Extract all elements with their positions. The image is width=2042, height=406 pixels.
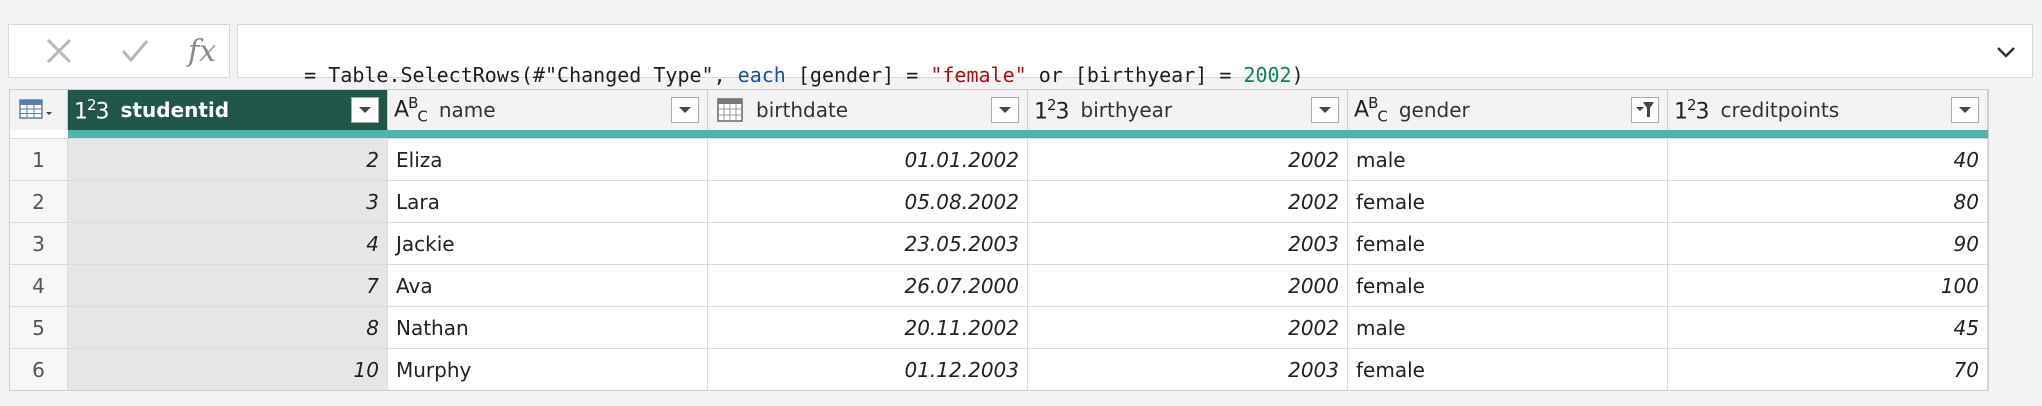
cell-birthyear[interactable]: 2003 bbox=[1028, 223, 1348, 264]
column-header-birthdate[interactable]: birthdate bbox=[708, 90, 1028, 130]
cell-creditpoints[interactable]: 100 bbox=[1668, 265, 1988, 306]
x-icon bbox=[46, 38, 72, 64]
cell-studentid[interactable]: 10 bbox=[68, 349, 388, 390]
cell-gender[interactable]: male bbox=[1348, 307, 1668, 348]
formula-part: or [birthyear] = bbox=[1026, 63, 1244, 87]
formula-part: = Table.SelectRows(#"Changed Type", bbox=[304, 63, 738, 87]
row-number[interactable]: 2 bbox=[10, 181, 68, 222]
table-row[interactable]: 4 7 Ava 26.07.2000 2000 female 100 bbox=[10, 264, 1988, 306]
caret-down-icon bbox=[679, 107, 691, 113]
insert-function-button[interactable]: fx bbox=[175, 25, 229, 77]
number-type-icon[interactable]: 123 bbox=[1034, 96, 1070, 124]
caret-down-icon bbox=[1959, 107, 1971, 113]
cell-studentid[interactable]: 4 bbox=[68, 223, 388, 264]
column-dropdown-button[interactable] bbox=[1951, 97, 1979, 123]
row-number[interactable]: 1 bbox=[10, 139, 68, 180]
cell-birthdate[interactable]: 01.01.2002 bbox=[708, 139, 1028, 180]
column-label: gender bbox=[1398, 98, 1470, 122]
formula-keyword: each bbox=[737, 63, 786, 87]
cell-name[interactable]: Nathan bbox=[388, 307, 708, 348]
row-number[interactable]: 6 bbox=[10, 349, 68, 390]
cell-gender[interactable]: female bbox=[1348, 349, 1668, 390]
row-number[interactable]: 5 bbox=[10, 307, 68, 348]
cell-studentid[interactable]: 3 bbox=[68, 181, 388, 222]
calendar-type-icon[interactable] bbox=[716, 97, 744, 123]
chevron-down-icon[interactable] bbox=[1992, 38, 2020, 66]
formula-part: ) bbox=[1291, 63, 1304, 87]
cell-birthdate[interactable]: 20.11.2002 bbox=[708, 307, 1028, 348]
column-dropdown-button[interactable] bbox=[991, 97, 1019, 123]
cell-creditpoints[interactable]: 70 bbox=[1668, 349, 1988, 390]
commit-button[interactable] bbox=[103, 25, 167, 77]
fx-icon: fx bbox=[187, 33, 217, 69]
table-icon bbox=[19, 99, 52, 119]
cell-name[interactable]: Jackie bbox=[388, 223, 708, 264]
cell-birthyear[interactable]: 2003 bbox=[1028, 349, 1348, 390]
number-type-icon[interactable]: 123 bbox=[1674, 96, 1710, 124]
column-dropdown-button[interactable] bbox=[671, 97, 699, 123]
cell-studentid[interactable]: 7 bbox=[68, 265, 388, 306]
data-grid: 123 studentid ABC name birthdate 123 bir… bbox=[9, 89, 1989, 391]
formula-input[interactable]: = Table.SelectRows(#"Changed Type", each… bbox=[237, 24, 2033, 87]
formula-controls: fx bbox=[8, 24, 230, 78]
row-number[interactable]: 3 bbox=[10, 223, 68, 264]
table-menu-button[interactable] bbox=[10, 90, 68, 130]
column-dropdown-button[interactable] bbox=[1311, 97, 1339, 123]
column-label: birthyear bbox=[1080, 98, 1173, 122]
cancel-button[interactable] bbox=[27, 25, 91, 77]
table-row[interactable]: 5 8 Nathan 20.11.2002 2002 male 45 bbox=[10, 306, 1988, 348]
column-header-creditpoints[interactable]: 123 creditpoints bbox=[1668, 90, 1988, 130]
column-label: birthdate bbox=[756, 98, 849, 122]
cell-birthdate[interactable]: 01.12.2003 bbox=[708, 349, 1028, 390]
cell-creditpoints[interactable]: 80 bbox=[1668, 181, 1988, 222]
column-header-name[interactable]: ABC name bbox=[388, 90, 708, 130]
filter-icon bbox=[1636, 102, 1654, 117]
column-quality-bar bbox=[68, 130, 1988, 138]
cell-birthyear[interactable]: 2000 bbox=[1028, 265, 1348, 306]
cell-gender[interactable]: female bbox=[1348, 265, 1668, 306]
formula-string: "female" bbox=[930, 63, 1027, 87]
column-label: studentid bbox=[120, 98, 230, 122]
table-row[interactable]: 1 2 Eliza 01.01.2002 2002 male 40 bbox=[10, 138, 1988, 180]
column-header-studentid[interactable]: 123 studentid bbox=[68, 90, 388, 130]
cell-name[interactable]: Murphy bbox=[388, 349, 708, 390]
column-header-birthyear[interactable]: 123 birthyear bbox=[1028, 90, 1348, 130]
cell-creditpoints[interactable]: 40 bbox=[1668, 139, 1988, 180]
caret-down-icon bbox=[359, 107, 371, 113]
cell-name[interactable]: Eliza bbox=[388, 139, 708, 180]
cell-gender[interactable]: female bbox=[1348, 181, 1668, 222]
cell-creditpoints[interactable]: 90 bbox=[1668, 223, 1988, 264]
column-dropdown-button[interactable] bbox=[351, 97, 379, 123]
cell-creditpoints[interactable]: 45 bbox=[1668, 307, 1988, 348]
check-icon bbox=[121, 40, 149, 63]
cell-name[interactable]: Lara bbox=[388, 181, 708, 222]
formula-part: [gender] = bbox=[785, 63, 931, 87]
number-type-icon[interactable]: 123 bbox=[74, 96, 110, 124]
cell-gender[interactable]: female bbox=[1348, 223, 1668, 264]
cell-studentid[interactable]: 8 bbox=[68, 307, 388, 348]
column-label: creditpoints bbox=[1720, 98, 1840, 122]
text-type-icon[interactable]: ABC bbox=[394, 94, 428, 126]
column-filter-button[interactable] bbox=[1631, 97, 1659, 123]
cell-birthyear[interactable]: 2002 bbox=[1028, 139, 1348, 180]
column-header-gender[interactable]: ABC gender bbox=[1348, 90, 1668, 130]
cell-birthdate[interactable]: 05.08.2002 bbox=[708, 181, 1028, 222]
caret-down-icon bbox=[999, 107, 1011, 113]
row-number[interactable]: 4 bbox=[10, 265, 68, 306]
table-row[interactable]: 3 4 Jackie 23.05.2003 2003 female 90 bbox=[10, 222, 1988, 264]
column-label: name bbox=[438, 98, 496, 122]
caret-down-icon bbox=[1319, 107, 1331, 113]
cell-birthyear[interactable]: 2002 bbox=[1028, 181, 1348, 222]
cell-name[interactable]: Ava bbox=[388, 265, 708, 306]
cell-birthdate[interactable]: 23.05.2003 bbox=[708, 223, 1028, 264]
cell-studentid[interactable]: 2 bbox=[68, 139, 388, 180]
text-type-icon[interactable]: ABC bbox=[1354, 94, 1388, 126]
table-row[interactable]: 6 10 Murphy 01.12.2003 2003 female 70 bbox=[10, 348, 1988, 390]
formula-number: 2002 bbox=[1243, 63, 1292, 87]
table-row[interactable]: 2 3 Lara 05.08.2002 2002 female 80 bbox=[10, 180, 1988, 222]
cell-birthyear[interactable]: 2002 bbox=[1028, 307, 1348, 348]
cell-gender[interactable]: male bbox=[1348, 139, 1668, 180]
cell-birthdate[interactable]: 26.07.2000 bbox=[708, 265, 1028, 306]
